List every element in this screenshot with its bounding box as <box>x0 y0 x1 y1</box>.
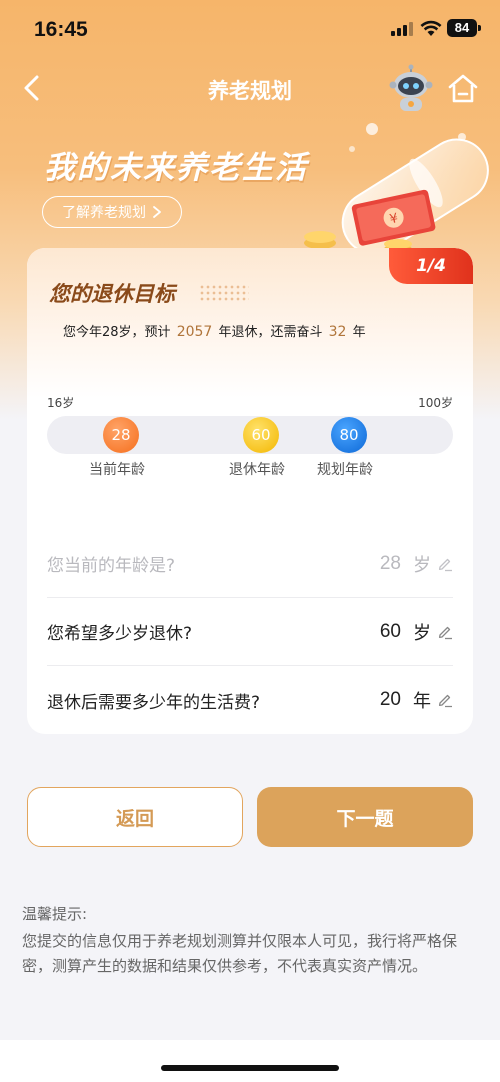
summary-prefix: 您今年28岁，预计 <box>63 325 171 340</box>
answer-unit: 岁 <box>413 554 431 576</box>
next-question-button[interactable]: 下一题 <box>257 787 473 847</box>
summary-middle: 年退休，还需奋斗 <box>218 325 323 340</box>
age-range-min: 16岁 <box>47 396 75 410</box>
current-age-label: 当前年龄 <box>89 462 145 478</box>
retirement-summary: 您今年28岁，预计 2057 年退休，还需奋斗 32 年 <box>63 321 366 340</box>
chevron-right-icon <box>153 206 161 218</box>
tips-text: 您提交的信息仅用于养老规划测算并仅限本人可见，我行将严格保密，测算产生的数据和结… <box>22 932 458 975</box>
answer-value: 60 <box>379 620 401 642</box>
current-age-marker[interactable]: 28 <box>103 417 139 453</box>
answer-unit: 岁 <box>413 622 431 644</box>
learn-more-button[interactable]: 了解养老规划 <box>42 196 182 228</box>
tips-label: 温馨提示: <box>22 905 88 923</box>
retirement-goal-card: 1/4 您的退休目标 您今年28岁，预计 2057 年退休，还需奋斗 32 年 … <box>27 248 473 734</box>
years-left: 32 <box>328 324 347 340</box>
question-label: 您当前的年龄是? <box>47 556 176 576</box>
learn-more-label: 了解养老规划 <box>62 205 146 221</box>
retire-age-row: 您希望多少岁退休? 60 岁 <box>47 598 453 666</box>
step-badge: 1/4 <box>389 248 473 284</box>
question-label: 您希望多少岁退休? <box>47 624 193 644</box>
retire-age-marker[interactable]: 60 <box>243 417 279 453</box>
answer-unit: 年 <box>413 691 431 712</box>
robot-icon[interactable] <box>388 64 434 114</box>
current-age-field[interactable]: 28 岁 <box>380 551 453 577</box>
page-title: 养老规划 <box>208 79 292 103</box>
retire-year: 2057 <box>176 324 213 340</box>
living-years-row: 退休后需要多少年的生活费? 20 年 <box>47 666 453 734</box>
status-bar: 16:45 84 <box>0 0 500 56</box>
age-range-max: 100岁 <box>418 396 453 410</box>
answer-value: 28 <box>379 552 401 574</box>
edit-icon <box>438 694 452 708</box>
summary-suffix: 年 <box>352 325 366 340</box>
wifi-icon <box>420 20 442 36</box>
answer-value: 20 <box>379 689 401 710</box>
back-button[interactable]: 返回 <box>27 787 243 847</box>
plan-age-marker[interactable]: 80 <box>331 417 367 453</box>
capsule-illustration: ¥ <box>304 123 489 255</box>
current-age-row: 您当前的年龄是? 28 岁 <box>47 530 453 598</box>
retire-age-label: 退休年龄 <box>229 462 285 478</box>
plan-age-label: 规划年龄 <box>317 462 373 478</box>
edit-icon <box>438 626 452 639</box>
signal-icon <box>391 22 413 36</box>
living-years-field[interactable]: 20 年 <box>380 687 453 713</box>
bottom-bar <box>0 1040 500 1082</box>
status-time: 16:45 <box>34 18 88 41</box>
decorative-dots <box>199 284 249 302</box>
battery-icon: 84 <box>447 19 477 37</box>
edit-icon <box>438 558 452 571</box>
home-indicator <box>161 1065 339 1071</box>
hero-title: 我的未来养老生活 <box>44 150 308 186</box>
section-title: 您的退休目标 <box>49 282 175 306</box>
chevron-left-icon[interactable] <box>18 72 46 104</box>
battery-cap <box>478 25 481 31</box>
question-label: 退休后需要多少年的生活费? <box>47 692 261 713</box>
home-icon[interactable] <box>446 72 480 106</box>
retire-age-field[interactable]: 60 岁 <box>380 619 453 645</box>
